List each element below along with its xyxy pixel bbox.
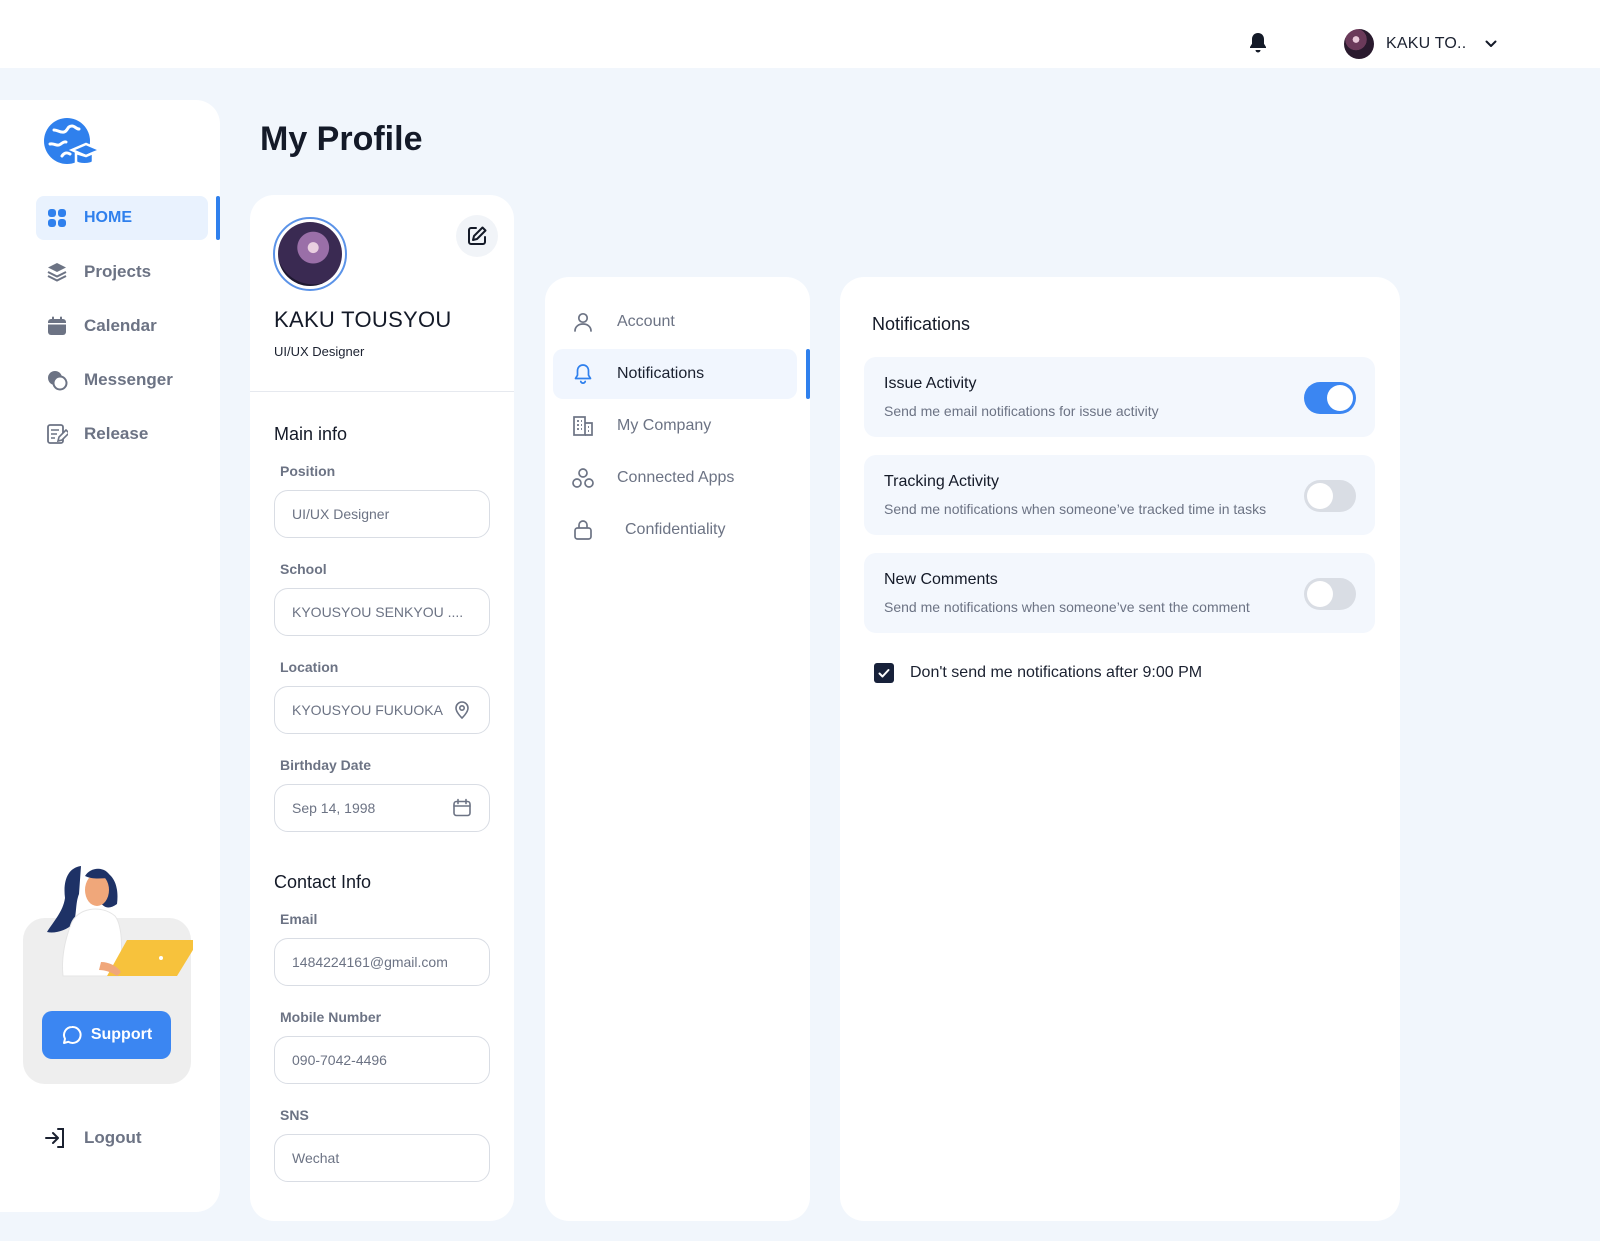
email-label: Email bbox=[280, 911, 318, 927]
support-label: Support bbox=[90, 1026, 153, 1043]
chat-bubble-icon bbox=[62, 1026, 82, 1044]
settings-item-account[interactable]: Account bbox=[553, 297, 797, 347]
map-pin-icon bbox=[455, 701, 469, 720]
settings-item-label: Notifications bbox=[617, 365, 705, 382]
settings-item-confidentiality[interactable]: Confidentiality bbox=[553, 505, 797, 555]
apps-icon bbox=[572, 468, 594, 488]
sns-value: Wechat bbox=[292, 1150, 340, 1166]
location-value: KYOUSYOU FUKUOKA bbox=[292, 702, 443, 718]
setting-title: New Comments bbox=[884, 571, 998, 588]
user-menu[interactable]: KAKU TO.. bbox=[1344, 28, 1498, 60]
edit-profile-button[interactable] bbox=[456, 215, 498, 257]
settings-item-label: My Company bbox=[617, 417, 712, 434]
sidebar-item-label: Release bbox=[84, 424, 149, 443]
notification-setting-tracking-activity: Tracking Activity Send me notifications … bbox=[864, 455, 1375, 535]
lock-icon bbox=[574, 520, 592, 540]
settings-item-label: Connected Apps bbox=[617, 469, 735, 486]
contact-info-title: Contact Info bbox=[274, 872, 372, 892]
setting-description: Send me email notifications for issue ac… bbox=[884, 403, 1159, 419]
profile-name: KAKU TOUSYOU bbox=[274, 307, 452, 332]
logout-label: Logout bbox=[84, 1128, 142, 1147]
profile-role: UI/UX Designer bbox=[274, 344, 365, 359]
settings-item-label: Confidentiality bbox=[625, 521, 726, 538]
settings-item-label: Account bbox=[617, 313, 675, 330]
logout-button[interactable]: Logout bbox=[44, 1126, 142, 1150]
settings-item-my-company[interactable]: My Company bbox=[553, 401, 797, 451]
globe-graduation-cap-icon[interactable] bbox=[42, 116, 104, 174]
position-label: Position bbox=[280, 463, 336, 479]
logout-icon bbox=[45, 1128, 64, 1148]
calendar-icon[interactable] bbox=[452, 798, 472, 818]
settings-item-notifications[interactable]: Notifications bbox=[553, 349, 810, 399]
notifications-title: Notifications bbox=[872, 314, 971, 334]
position-value: UI/UX Designer bbox=[292, 506, 390, 522]
top-bar: KAKU TO.. bbox=[0, 0, 1600, 68]
email-field[interactable]: 1484224161@gmail.com bbox=[274, 938, 490, 986]
setting-title: Issue Activity bbox=[884, 375, 977, 392]
sidebar-item-calendar[interactable]: Calendar bbox=[36, 304, 208, 348]
username: KAKU TO.. bbox=[1386, 35, 1467, 52]
divider bbox=[250, 391, 514, 392]
avatar bbox=[1344, 29, 1374, 59]
bell-icon[interactable] bbox=[1246, 31, 1270, 55]
setting-title: Tracking Activity bbox=[884, 473, 999, 490]
tracking-activity-toggle[interactable] bbox=[1304, 480, 1356, 512]
support-button[interactable]: Support bbox=[42, 1011, 171, 1059]
birthday-value: Sep 14, 1998 bbox=[292, 800, 376, 816]
user-icon bbox=[574, 312, 592, 332]
edit-document-icon bbox=[47, 424, 68, 444]
sidebar-item-release[interactable]: Release bbox=[36, 412, 208, 456]
page-title: My Profile bbox=[260, 120, 423, 158]
support-card: Support bbox=[23, 866, 193, 1084]
location-label: Location bbox=[280, 659, 339, 675]
setting-description: Send me notifications when someone’ve tr… bbox=[884, 501, 1267, 517]
checkmark-icon bbox=[878, 669, 890, 678]
mobile-field[interactable]: 090-7042-4496 bbox=[274, 1036, 490, 1084]
school-field[interactable]: KYOUSYOU SENKYOU .... bbox=[274, 588, 490, 636]
sidebar-nav: HOME Projects Calendar Messenger Release bbox=[36, 196, 220, 466]
birthday-label: Birthday Date bbox=[280, 757, 372, 773]
sidebar-item-home[interactable]: HOME bbox=[36, 196, 220, 240]
quiet-hours-checkbox[interactable] bbox=[874, 663, 894, 683]
chevron-down-icon bbox=[1485, 40, 1497, 47]
sns-label: SNS bbox=[280, 1107, 309, 1123]
notification-setting-new-comments: New Comments Send me notifications when … bbox=[864, 553, 1375, 633]
mobile-label: Mobile Number bbox=[280, 1009, 382, 1025]
birthday-field[interactable]: Sep 14, 1998 bbox=[274, 784, 490, 832]
settings-nav: Account Notifications My Company Connect… bbox=[545, 277, 810, 1221]
setting-description: Send me notifications when someone’ve se… bbox=[884, 599, 1250, 615]
grid-icon bbox=[48, 209, 66, 227]
sidebar-item-projects[interactable]: Projects bbox=[36, 250, 208, 294]
calendar-icon bbox=[48, 316, 66, 335]
sns-field[interactable]: Wechat bbox=[274, 1134, 490, 1182]
position-field[interactable]: UI/UX Designer bbox=[274, 490, 490, 538]
location-field[interactable]: KYOUSYOU FUKUOKA bbox=[274, 686, 490, 734]
main-info-title: Main info bbox=[274, 424, 348, 444]
profile-card: KAKU TOUSYOU UI/UX Designer Main info Po… bbox=[250, 195, 514, 1221]
support-illustration bbox=[47, 866, 193, 977]
new-comments-toggle[interactable] bbox=[1304, 578, 1356, 610]
issue-activity-toggle[interactable] bbox=[1304, 382, 1356, 414]
sidebar-item-label: HOME bbox=[84, 209, 132, 226]
sidebar-item-label: Messenger bbox=[84, 370, 173, 389]
quiet-hours-label: Don't send me notifications after 9:00 P… bbox=[910, 664, 1203, 681]
sidebar: HOME Projects Calendar Messenger Release… bbox=[0, 100, 220, 1212]
sidebar-item-messenger[interactable]: Messenger bbox=[36, 358, 208, 402]
mobile-value: 090-7042-4496 bbox=[292, 1052, 387, 1068]
building-icon bbox=[573, 416, 593, 436]
layers-icon bbox=[47, 263, 67, 282]
school-label: School bbox=[280, 561, 327, 577]
bell-icon bbox=[574, 364, 592, 384]
quiet-hours-option[interactable]: Don't send me notifications after 9:00 P… bbox=[874, 663, 1202, 683]
sidebar-item-label: Calendar bbox=[84, 316, 157, 335]
avatar[interactable] bbox=[273, 217, 347, 291]
settings-item-connected-apps[interactable]: Connected Apps bbox=[553, 453, 797, 503]
chat-bubbles-icon bbox=[48, 371, 68, 391]
email-value: 1484224161@gmail.com bbox=[292, 954, 448, 970]
notification-setting-issue-activity: Issue Activity Send me email notificatio… bbox=[864, 357, 1375, 437]
school-value: KYOUSYOU SENKYOU .... bbox=[292, 604, 464, 620]
notifications-panel: Notifications Issue Activity Send me ema… bbox=[840, 277, 1400, 1221]
edit-icon bbox=[468, 226, 487, 245]
sidebar-item-label: Projects bbox=[84, 262, 152, 281]
